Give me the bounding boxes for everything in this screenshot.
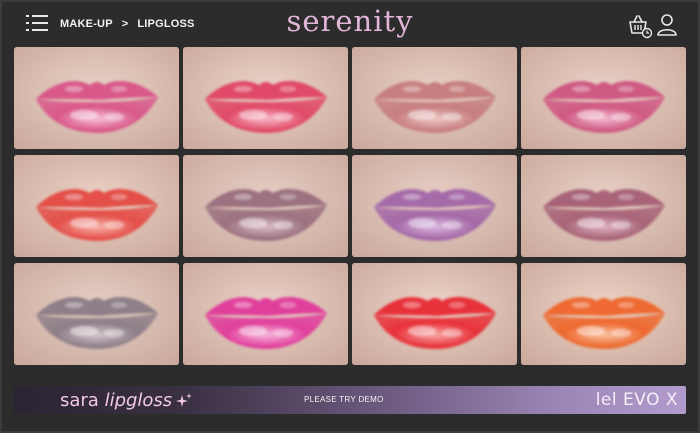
swatch-grid	[14, 47, 686, 365]
swatch-tile-12[interactable]	[521, 263, 686, 365]
user-icon[interactable]	[656, 13, 678, 37]
swatch-tile-8[interactable]	[521, 155, 686, 257]
swatch-tile-11[interactable]	[352, 263, 517, 365]
swatch-tile-10[interactable]	[183, 263, 348, 365]
brand-tag: lel EVO X	[595, 390, 678, 410]
lips-image	[521, 47, 686, 149]
lips-image	[521, 263, 686, 365]
lips-image	[352, 155, 517, 257]
brand-logo[interactable]: serenity	[250, 4, 450, 38]
swatch-tile-2[interactable]	[183, 47, 348, 149]
lips-image	[14, 155, 179, 257]
banner-title-product: lipgloss	[104, 390, 173, 411]
lips-image	[14, 263, 179, 365]
promo-banner: sara lipgloss PLEASE TRY DEMO lel EVO X	[14, 386, 686, 414]
swatch-tile-9[interactable]	[14, 263, 179, 365]
breadcrumb: MAKE-UP > LIPGLOSS	[60, 16, 195, 32]
banner-title-name: sara	[60, 390, 105, 411]
swatch-tile-1[interactable]	[14, 47, 179, 149]
menu-icon[interactable]	[26, 14, 48, 32]
lips-image	[521, 155, 686, 257]
swatch-tile-4[interactable]	[521, 47, 686, 149]
swatch-tile-6[interactable]	[183, 155, 348, 257]
try-demo-link[interactable]: PLEASE TRY DEMO	[304, 395, 384, 404]
swatch-tile-3[interactable]	[352, 47, 517, 149]
lips-image	[14, 47, 179, 149]
header: MAKE-UP > LIPGLOSS serenity	[0, 0, 700, 46]
lips-image	[183, 155, 348, 257]
lips-image	[183, 47, 348, 149]
breadcrumb-separator: >	[121, 18, 129, 30]
lips-image	[352, 263, 517, 365]
sparkle-icon	[176, 392, 192, 408]
shopping-basket-icon[interactable]	[627, 13, 653, 39]
lips-image	[183, 263, 348, 365]
swatch-tile-5[interactable]	[14, 155, 179, 257]
breadcrumb-lipgloss: LIPGLOSS	[137, 18, 195, 30]
lips-image	[352, 47, 517, 149]
breadcrumb-makeup[interactable]: MAKE-UP	[60, 18, 113, 30]
swatch-tile-7[interactable]	[352, 155, 517, 257]
banner-title: sara lipgloss	[60, 390, 172, 411]
